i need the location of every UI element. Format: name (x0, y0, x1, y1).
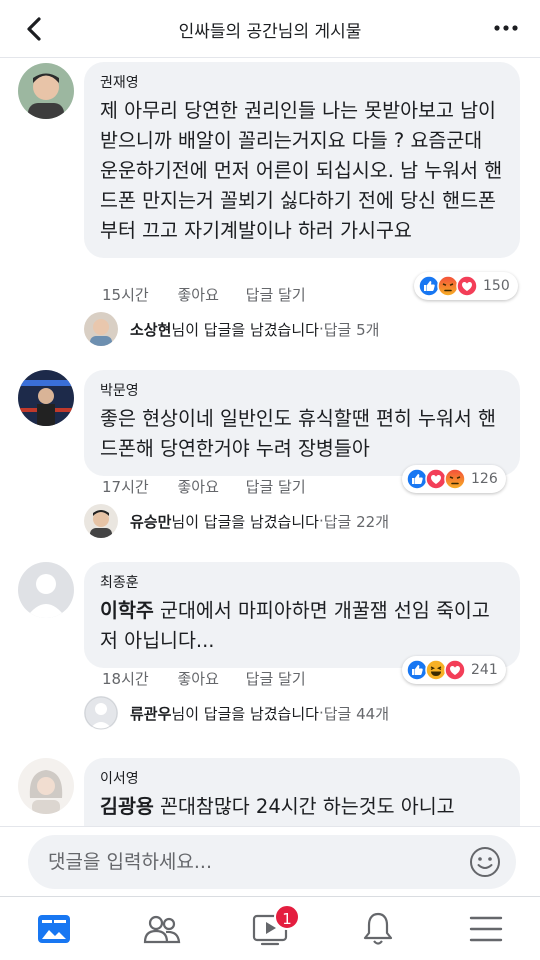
comment-time: 18시간 (102, 670, 149, 688)
more-options-icon[interactable] (492, 14, 520, 42)
comment-meta: 17시간 좋아요 답글 달기 (102, 476, 328, 497)
reply-text: 님이 답글을 남겼습니다 (171, 512, 319, 531)
bottom-tab-bar (0, 896, 540, 960)
top-bar: 인싸들의 공간님의 게시물 (0, 0, 540, 58)
reply-count: 답글 22개 (323, 512, 389, 531)
reply-avatar (84, 504, 118, 538)
reply-avatar (84, 312, 118, 346)
menu-icon[interactable] (466, 909, 506, 949)
page-title: 인싸들의 공간님의 게시물 (178, 22, 362, 42)
like-button[interactable]: 좋아요 (177, 286, 218, 304)
friends-icon[interactable] (142, 909, 182, 949)
mention-tag[interactable]: 이학주 (100, 599, 154, 622)
comment-input[interactable]: 댓글을 입력하세요... (28, 835, 516, 889)
comment-bubble[interactable]: 이서영 김광용 꼰대참많다 24시간 하는것도 아니고 (84, 758, 520, 826)
news-feed-icon[interactable] (34, 909, 74, 949)
like-button[interactable]: 좋아요 (177, 478, 218, 496)
comment-author[interactable]: 이서영 (100, 768, 504, 788)
reply-author: 류관우 (130, 704, 172, 723)
reply-button[interactable]: 답글 달기 (246, 478, 306, 496)
comment-text: 제 아무리 당연한 권리인들 나는 못받아보고 남이 받으니까 배알이 꼴리는거… (100, 99, 503, 242)
avatar[interactable] (18, 63, 74, 119)
reply-button[interactable]: 답글 달기 (246, 286, 306, 304)
reaction-summary[interactable]: 126 (402, 465, 506, 493)
emoji-icon[interactable] (468, 845, 502, 879)
love-reaction-icon (444, 659, 466, 681)
comment-text: 이학주 군대에서 마피아하면 개꿀잼 선임 죽이고 저 아닙니다... (100, 596, 504, 656)
comment-bubble[interactable]: 박문영 좋은 현상이네 일반인도 휴식할땐 편히 누워서 핸드폰해 당연한거야 … (84, 370, 520, 476)
comment-composer: 댓글을 입력하세요... (0, 826, 540, 896)
notifications-bell-icon[interactable] (358, 909, 398, 949)
reaction-count: 241 (471, 662, 498, 678)
reply-text: 님이 답글을 남겼습니다 (171, 704, 319, 723)
comment-time: 15시간 (102, 286, 149, 304)
avatar[interactable] (18, 562, 74, 618)
reply-button[interactable]: 답글 달기 (246, 670, 306, 688)
comment-author[interactable]: 최종훈 (100, 572, 504, 592)
comment-meta: 18시간 좋아요 답글 달기 (102, 668, 328, 689)
comment-meta: 15시간 좋아요 답글 달기 (102, 284, 328, 305)
reply-count: 답글 44개 (323, 704, 389, 723)
comment-body: 군대에서 마피아하면 개꿀잼 선임 죽이고 저 아닙니다... (100, 599, 490, 652)
mention-tag[interactable]: 김광용 (100, 795, 154, 818)
reply-author: 유승만 (130, 512, 172, 531)
reply-summary[interactable]: 유승만 님이 답글을 남겼습니다 · 답글 22개 (84, 504, 389, 538)
reply-summary[interactable]: 류관우 님이 답글을 남겼습니다 · 답글 44개 (84, 696, 389, 730)
reaction-count: 150 (483, 278, 510, 294)
reply-avatar (84, 696, 118, 730)
angry-reaction-icon (444, 468, 466, 490)
comment-list: 권재영 제 아무리 당연한 권리인들 나는 못받아보고 남이 받으니까 배알이 … (0, 58, 540, 826)
reaction-summary[interactable]: 241 (402, 656, 506, 684)
comment-author[interactable]: 권재영 (100, 72, 504, 92)
comment-text: 김광용 꼰대참많다 24시간 하는것도 아니고 (100, 792, 504, 822)
love-reaction-icon (456, 275, 478, 297)
reaction-count: 126 (471, 471, 498, 487)
comment-bubble[interactable]: 권재영 제 아무리 당연한 권리인들 나는 못받아보고 남이 받으니까 배알이 … (84, 62, 520, 258)
comment-author[interactable]: 박문영 (100, 380, 504, 400)
notification-badge: 1 (274, 904, 300, 930)
avatar[interactable] (18, 758, 74, 814)
avatar[interactable] (18, 370, 74, 426)
reply-count: 답글 5개 (323, 320, 380, 339)
reply-text: 님이 답글을 남겼습니다 (171, 320, 319, 339)
comment-text: 좋은 현상이네 일반인도 휴식할땐 편히 누워서 핸드폰해 당연한거야 누려 장… (100, 407, 496, 460)
comment-time: 17시간 (102, 478, 149, 496)
comment-bubble[interactable]: 최종훈 이학주 군대에서 마피아하면 개꿀잼 선임 죽이고 저 아닙니다... (84, 562, 520, 668)
reaction-summary[interactable]: 150 (414, 272, 518, 300)
like-button[interactable]: 좋아요 (177, 670, 218, 688)
reply-summary[interactable]: 소상현 님이 답글을 남겼습니다 · 답글 5개 (84, 312, 379, 346)
comment-body: 꼰대참많다 24시간 하는것도 아니고 (153, 795, 455, 818)
reply-author: 소상현 (130, 320, 172, 339)
